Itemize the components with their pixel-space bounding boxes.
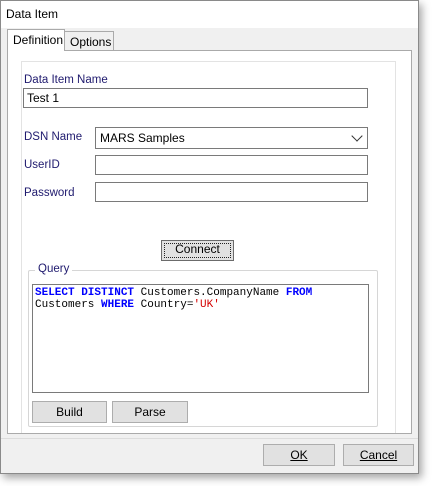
dsn-name-value: MARS Samples	[100, 131, 185, 145]
dsn-name-label: DSN Name	[24, 131, 83, 143]
data-item-dialog: Data Item Definition Options Data Item N…	[0, 0, 419, 474]
sql-identifier: Customers	[35, 299, 95, 311]
cancel-button[interactable]: Cancel	[343, 444, 414, 466]
query-group-label: Query	[35, 263, 73, 275]
tab-options[interactable]: Options	[64, 31, 114, 50]
password-input[interactable]	[95, 182, 368, 202]
sql-identifier: Customers.CompanyName	[134, 287, 286, 299]
definition-panel: Data Item Name DSN Name MARS Samples Use…	[7, 50, 412, 434]
tab-definition[interactable]: Definition	[7, 29, 65, 51]
chevron-down-icon	[351, 130, 363, 142]
parse-button[interactable]: Parse	[112, 401, 188, 423]
sql-keyword: SELECT DISTINCT	[35, 287, 135, 299]
query-editor[interactable]: SELECT DISTINCT Customers.CompanyName FR…	[32, 284, 369, 393]
data-item-name-input[interactable]	[23, 88, 368, 108]
window-title: Data Item	[6, 7, 59, 21]
userid-input[interactable]	[95, 155, 368, 175]
sql-keyword: WHERE	[101, 299, 135, 311]
footer-divider	[1, 438, 418, 439]
query-group: Query SELECT DISTINCT Customers.CompanyN…	[28, 263, 378, 427]
title-bar: Data Item	[1, 1, 418, 28]
ok-button[interactable]: OK	[263, 444, 335, 466]
build-button[interactable]: Build	[32, 401, 107, 423]
data-item-name-label: Data Item Name	[24, 74, 108, 86]
sql-keyword: FROM	[285, 287, 313, 299]
ok-label: OK	[290, 448, 308, 462]
userid-label: UserID	[24, 159, 60, 171]
sql-identifier: Country=	[134, 299, 194, 311]
connect-button[interactable]: Connect	[161, 240, 234, 261]
password-label: Password	[24, 187, 75, 199]
dsn-name-select[interactable]: MARS Samples	[95, 127, 368, 149]
cancel-label: Cancel	[359, 448, 398, 462]
sql-string: 'UK'	[193, 299, 220, 311]
